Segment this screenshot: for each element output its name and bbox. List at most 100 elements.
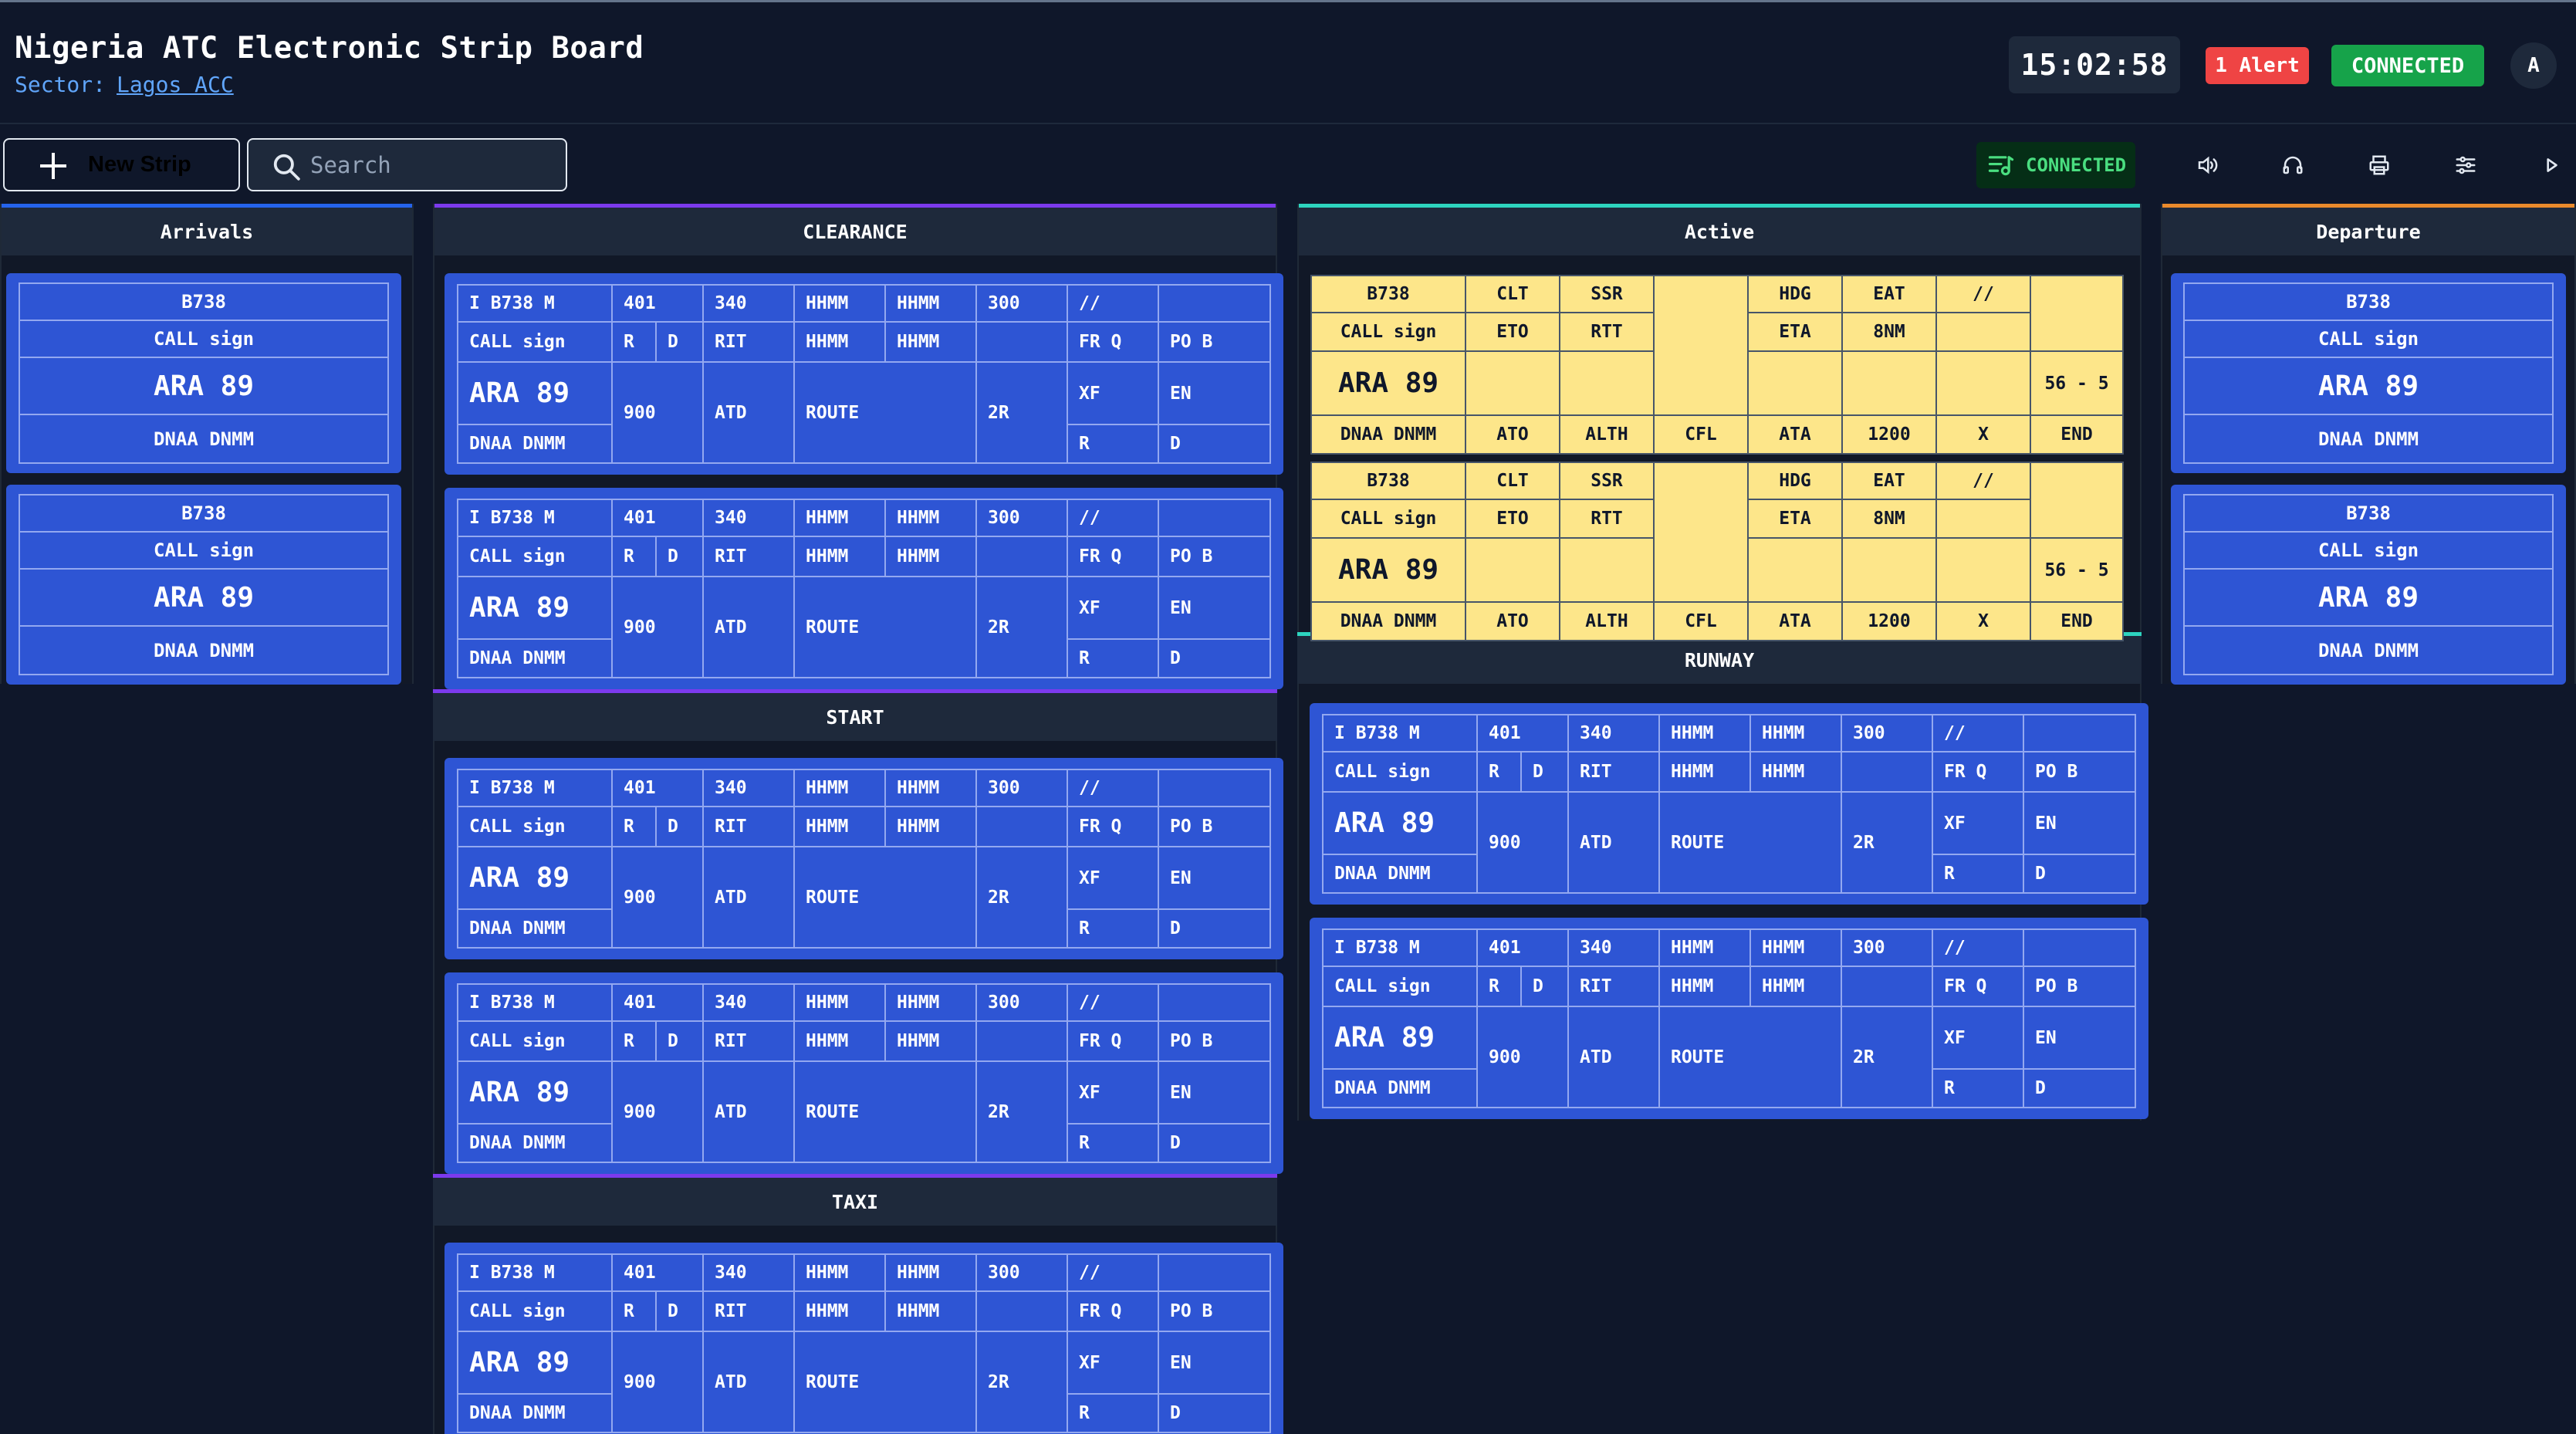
flight-strip[interactable]: I B738 M 401 340 HHMM HHMM 300//CALL sign R D RI…	[1310, 703, 2148, 905]
strip-cell: 340	[1569, 930, 1660, 967]
strip-cell: //	[1937, 463, 2031, 500]
strip-cell: HHMM	[1660, 930, 1751, 967]
strip-cell: END	[2060, 611, 2093, 631]
strip-cell: PO B	[1159, 537, 1269, 577]
d-flag: D	[668, 817, 678, 837]
strip-cell: EAT	[1843, 463, 1937, 500]
sector-label: Sector:	[15, 72, 106, 97]
clearance-header: CLEARANCE	[434, 204, 1276, 255]
strip-cell: 2R	[977, 577, 1068, 677]
strip-cell: 401	[613, 770, 704, 807]
strip-cell: 1200	[1843, 603, 1937, 640]
search-icon	[273, 154, 300, 181]
strip-cell	[977, 537, 1068, 577]
print-icon[interactable]	[2365, 151, 2393, 179]
strip-cell: HHMM	[795, 985, 886, 1022]
strip-cell: HHMM	[1660, 753, 1751, 793]
strip-cell: //	[1068, 500, 1159, 537]
strip-cell: 300	[977, 985, 1068, 1022]
search-input[interactable]	[310, 147, 557, 183]
app-title: Nigeria ATC Electronic Strip Board	[15, 31, 644, 66]
headset-icon[interactable]	[2279, 151, 2307, 179]
en-cell: EN	[1159, 847, 1269, 910]
flight-strip-compact[interactable]: B738 CALL sign ARA 89 DNAA DNMM	[6, 485, 401, 685]
flight-strip[interactable]: I B738 M 401 340 HHMM HHMM 300//CALL sign R D RI…	[445, 273, 1283, 475]
strip-cell: //	[1068, 985, 1159, 1022]
flight-strip[interactable]: I B738 M 401 340 HHMM HHMM 300//CALL sign R D RI…	[445, 488, 1283, 689]
strip-grid: B738 CALL sign ARA 89 DNAA DNMM	[19, 494, 389, 675]
strip-cell: RTT	[1560, 313, 1655, 352]
strip-cell: D	[1170, 1133, 1181, 1153]
sector-link[interactable]: Lagos ACC	[117, 72, 234, 97]
strip-cell: R	[1068, 425, 1159, 462]
settings-sliders-icon[interactable]	[2452, 151, 2480, 179]
strip-cell: 340	[704, 985, 795, 1022]
alert-badge[interactable]: 1 Alert	[2206, 47, 2309, 84]
flight-strip-compact[interactable]: B738 CALL sign ARA 89 DNAA DNMM	[2171, 273, 2566, 473]
strip-grid: I B738 M 401 340 HHMM HHMM 300//CALL sign R D RI…	[1322, 928, 2136, 1108]
strip-cell: 1200	[1843, 416, 1937, 453]
strip-cell: FR Q	[1068, 323, 1159, 363]
search-box[interactable]	[247, 138, 567, 191]
strip-cell: D	[2035, 864, 2046, 884]
play-icon[interactable]	[2537, 151, 2565, 179]
strip-grid: I B738 M 401 340 HHMM HHMM 300//CALL sign R D RI…	[457, 1253, 1271, 1433]
callsign: ARA 89	[458, 847, 613, 910]
toolbar-connection-indicator[interactable]: CONNECTED	[1976, 142, 2135, 188]
flight-strip-compact[interactable]: B738 CALL sign ARA 89 DNAA DNMM	[6, 273, 401, 473]
callsign-label: CALL sign	[458, 1022, 613, 1062]
strip-cell: R	[1933, 1070, 2024, 1107]
flight-strip[interactable]: I B738 M 401 340 HHMM HHMM 300//CALL sign R D RI…	[445, 758, 1283, 959]
d-flag: D	[1533, 976, 1543, 996]
aircraft-type: B738	[20, 284, 387, 321]
strip-cell	[1560, 352, 1655, 416]
strip-cell: 2R	[1842, 1007, 1933, 1107]
strip-cell: HHMM	[795, 323, 886, 363]
sound-icon[interactable]	[2193, 151, 2221, 179]
strip-cell: RIT	[1569, 753, 1660, 793]
callsign: ARA 89	[2185, 570, 2552, 627]
strip-cell	[2024, 930, 2135, 967]
route: DNAA DNMM	[153, 639, 255, 661]
departure-header: Departure	[2162, 204, 2574, 255]
new-strip-button[interactable]: New Strip	[3, 138, 240, 191]
rd-cell: RD	[613, 807, 704, 847]
strip-cell: 900	[1478, 1007, 1569, 1107]
r-flag: R	[613, 1292, 657, 1331]
strip-cell	[1843, 539, 1937, 603]
route: DNAA DNMM	[458, 1395, 613, 1432]
active-flight-strip[interactable]: B738 CLT SSR HDG EAT// CALL sign ETO RTT ETA 8NM A…	[1310, 462, 2124, 641]
flight-strip-compact[interactable]: B738 CALL sign ARA 89 DNAA DNMM	[2171, 485, 2566, 685]
strip-cell	[1655, 276, 1749, 416]
user-avatar[interactable]: A	[2510, 42, 2557, 89]
strip-cell	[1466, 352, 1560, 416]
route: DNAA DNMM	[153, 428, 255, 450]
xf-cell: XF	[1068, 363, 1159, 425]
strip-cell: HHMM	[886, 807, 977, 847]
callsign-label: CALL sign	[2185, 533, 2552, 570]
route-field: ROUTE	[1660, 1007, 1842, 1107]
strip-cell: HHMM	[1751, 967, 1842, 1007]
flight-strip[interactable]: I B738 M 401 340 HHMM HHMM 300//CALL sign R D RI…	[1310, 918, 2148, 1119]
strip-grid: I B738 M 401 340 HHMM HHMM 300//CALL sign R D RI…	[457, 983, 1271, 1163]
callsign-label: CALL sign	[458, 1292, 613, 1332]
strip-cell: HHMM	[795, 537, 886, 577]
callsign: ARA 89	[458, 577, 613, 640]
strip-cell: ALTH	[1560, 603, 1655, 640]
strip-grid: B738 CLT SSR HDG EAT// CALL sign ETO RTT ETA 8NM A…	[1310, 275, 2124, 455]
strip-cell: I B738 M	[1323, 715, 1478, 753]
active-flight-strip[interactable]: B738 CLT SSR HDG EAT// CALL sign ETO RTT ETA 8NM A…	[1310, 275, 2124, 455]
route-field: ROUTE	[795, 577, 977, 677]
strip-cell: HHMM	[886, 985, 977, 1022]
strip-cell: FR Q	[1068, 537, 1159, 577]
r-flag: R	[613, 323, 657, 361]
flight-strip[interactable]: I B738 M 401 340 HHMM HHMM 300//CALL sign R D RI…	[445, 972, 1283, 1174]
flight-strip[interactable]: I B738 M 401 340 HHMM HHMM 300//CALL sign R D RI…	[445, 1243, 1283, 1434]
strip-cell: 2R	[1842, 793, 1933, 892]
callsign: ARA 89	[1312, 352, 1466, 416]
aircraft-type: B738	[2185, 495, 2552, 533]
strip-cell: DNAA DNMM	[1312, 603, 1466, 640]
strip-cell: 300	[977, 286, 1068, 323]
strip-cell: //	[1068, 770, 1159, 807]
strip-cell: ATA	[1749, 416, 1843, 453]
